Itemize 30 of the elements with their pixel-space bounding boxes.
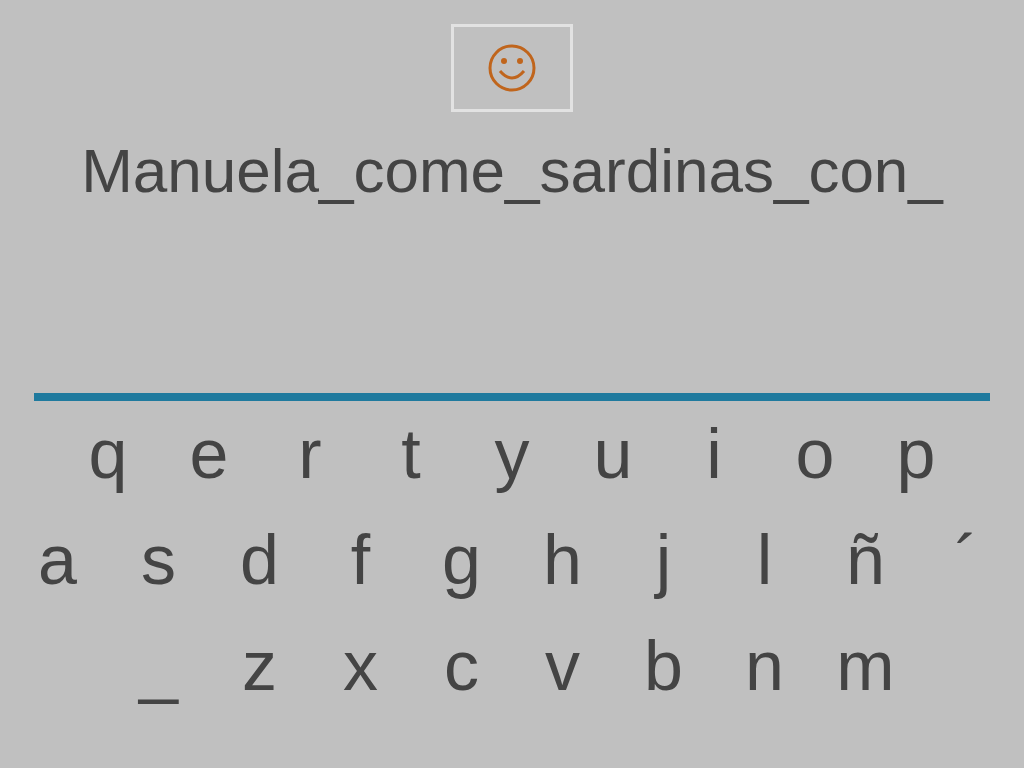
hint-button[interactable] — [451, 24, 573, 112]
letter-key[interactable]: b — [613, 617, 714, 723]
letter-key[interactable]: t — [360, 405, 462, 511]
letter-key[interactable]: r — [259, 405, 361, 511]
sentence-text: Manuela_come_sardinas_con_ — [81, 140, 943, 202]
letter-key[interactable]: v — [512, 617, 613, 723]
letter-key[interactable]: q — [57, 405, 159, 511]
letter-key[interactable]: u — [562, 405, 664, 511]
letter-key[interactable]: x — [310, 617, 411, 723]
letter-key[interactable]: m — [815, 617, 916, 723]
letter-key[interactable]: h — [512, 511, 613, 617]
letter-key[interactable]: ñ — [815, 511, 916, 617]
letter-key[interactable]: i — [663, 405, 765, 511]
letter-key[interactable]: z — [209, 617, 310, 723]
letter-key[interactable]: d — [209, 511, 310, 617]
letter-key[interactable]: p — [865, 405, 967, 511]
letter-key[interactable]: a — [7, 511, 108, 617]
letter-key[interactable]: j — [613, 511, 714, 617]
letter-key[interactable]: c — [411, 617, 512, 723]
letter-key[interactable]: s — [108, 511, 209, 617]
letter-key[interactable]: _ — [108, 617, 209, 723]
smiley-icon — [487, 43, 537, 93]
letter-key[interactable]: g — [411, 511, 512, 617]
letter-key[interactable]: f — [310, 511, 411, 617]
letter-key[interactable]: n — [714, 617, 815, 723]
letter-key[interactable]: y — [461, 405, 563, 511]
letter-key[interactable]: e — [158, 405, 260, 511]
letter-key[interactable]: o — [764, 405, 866, 511]
letter-key[interactable]: l — [714, 511, 815, 617]
letter-key[interactable]: ´ — [916, 511, 1017, 617]
